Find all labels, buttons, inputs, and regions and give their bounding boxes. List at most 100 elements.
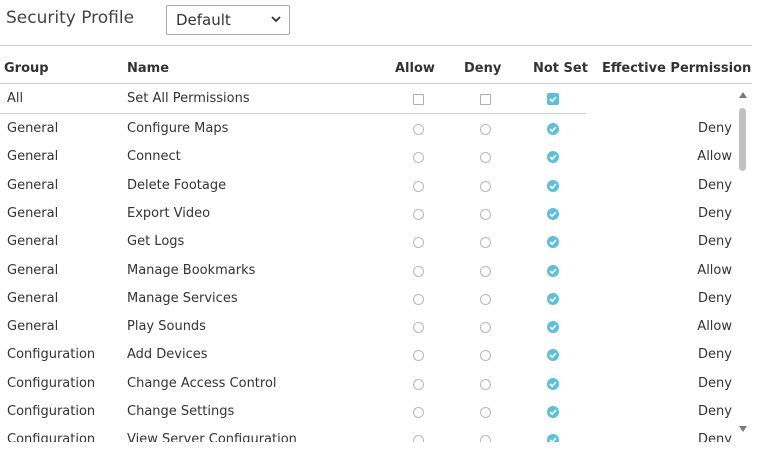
allow-radio[interactable] [413,152,424,164]
security-profile-value: Default [176,11,231,29]
effective-permission: Allow [697,319,732,335]
table-row: Configuration Change Settings Deny [0,398,740,426]
allow-radio[interactable] [413,180,424,192]
not-set-radio[interactable] [547,406,559,418]
row-group: Configuration [7,375,96,391]
allow-radio[interactable] [413,293,424,305]
checkmark-icon [549,183,557,189]
allow-radio[interactable] [413,407,424,418]
not-set-radio[interactable] [547,151,559,164]
deny-radio[interactable] [480,124,491,135]
scroll-down-icon[interactable] [739,426,747,432]
checkmark-icon [549,211,557,218]
effective-permission: Deny [698,375,732,391]
row-group: General [7,290,59,306]
deny-radio[interactable] [480,407,491,418]
row-group: General [7,177,59,193]
set-all-divider [0,113,586,114]
checkmark-icon [549,409,557,416]
effective-permission: Deny [698,205,732,221]
set-all-allow-checkbox[interactable] [413,94,424,105]
column-header-allow[interactable]: Allow [395,61,435,76]
permissions-table-body: All Set All Permissions General Configure… [0,84,740,442]
security-profile-label: Security Profile [6,8,135,28]
checkmark-icon [549,437,557,442]
row-group: General [7,319,59,335]
checkmark-icon [549,154,557,161]
deny-radio[interactable] [480,378,491,390]
row-group: General [7,262,59,278]
checkmark-icon [549,324,557,331]
effective-permission: Allow [697,149,732,165]
column-header-not-set[interactable]: Not Set [533,61,588,76]
checkmark-icon [549,296,557,303]
effective-permission: Deny [698,404,732,419]
divider [0,45,752,46]
deny-radio[interactable] [480,265,491,277]
row-name: Delete Footage [127,177,227,193]
allow-radio[interactable] [413,124,424,135]
allow-radio[interactable] [413,378,424,390]
row-group: Configuration [7,432,96,442]
deny-radio[interactable] [480,350,491,362]
table-row: General Delete Footage Deny [0,172,740,200]
not-set-radio[interactable] [547,292,559,305]
scrollbar-thumb[interactable] [739,108,746,171]
row-group: Configuration [7,347,96,363]
row-group: General [7,149,59,165]
row-name: Change Access Control [127,375,277,391]
column-header-group[interactable]: Group [4,61,49,76]
row-group: Configuration [7,404,96,419]
set-all-deny-checkbox[interactable] [480,94,491,105]
row-name: Set All Permissions [127,91,250,106]
table-row: General Get Logs Deny [0,228,740,256]
checkmark-icon [549,126,557,133]
checkmark-icon [549,267,557,274]
not-set-radio[interactable] [547,179,559,192]
allow-radio[interactable] [413,435,424,442]
deny-radio[interactable] [480,322,491,334]
not-set-radio[interactable] [547,123,559,135]
allow-radio[interactable] [413,350,424,362]
allow-radio[interactable] [413,208,424,220]
not-set-radio[interactable] [547,434,559,442]
row-name: Get Logs [127,234,185,250]
deny-radio[interactable] [480,293,491,305]
scroll-up-icon[interactable] [739,92,747,98]
column-header-deny[interactable]: Deny [464,61,501,76]
not-set-radio[interactable] [547,321,559,334]
set-all-not-set-checkbox[interactable] [547,93,559,105]
security-profile-select[interactable]: Default [166,5,290,35]
not-set-radio[interactable] [547,349,559,362]
deny-radio[interactable] [480,180,491,192]
deny-radio[interactable] [480,152,491,164]
not-set-radio[interactable] [547,207,559,220]
set-all-row: All Set All Permissions [0,85,740,113]
effective-permission: Allow [697,262,732,278]
allow-radio[interactable] [413,237,424,249]
column-header-effective-permission[interactable]: Effective Permission [602,61,751,76]
row-name: Manage Services [127,290,238,306]
not-set-radio[interactable] [547,264,559,277]
not-set-radio[interactable] [547,377,559,390]
table-row: General Manage Services Deny [0,285,740,313]
table-row: General Configure Maps Deny [0,115,740,143]
table-row: Configuration View Server Configuration De… [0,426,740,442]
deny-radio[interactable] [480,237,491,249]
allow-radio[interactable] [413,322,424,334]
table-row: Configuration Change Access Control Deny [0,370,740,398]
deny-radio[interactable] [480,435,491,442]
column-header-name[interactable]: Name [127,61,169,76]
effective-permission: Deny [698,432,732,442]
scrollbar[interactable] [736,88,750,442]
row-name: Manage Bookmarks [127,262,256,278]
table-row: General Play Sounds Allow [0,313,740,341]
row-group: General [7,205,59,221]
deny-radio[interactable] [480,208,491,220]
row-name: Add Devices [127,347,208,363]
row-name: Connect [127,149,181,165]
not-set-radio[interactable] [547,236,559,249]
allow-radio[interactable] [413,265,424,277]
table-row: General Connect Allow [0,143,740,171]
chevron-down-icon [271,16,281,23]
